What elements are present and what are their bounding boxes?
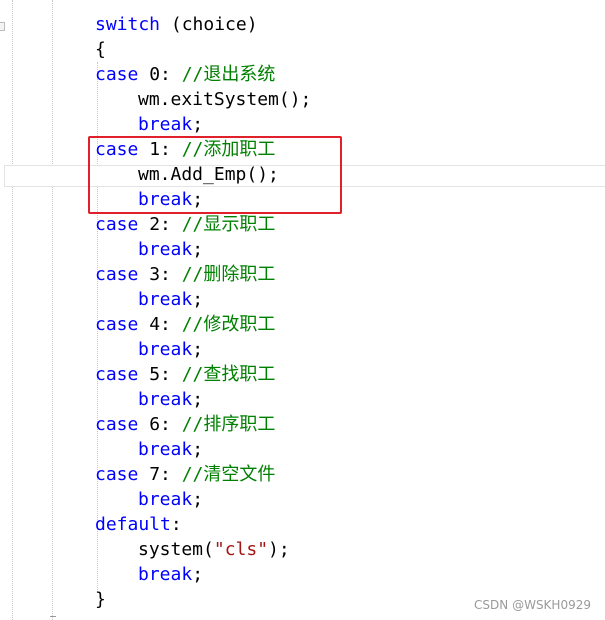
code-line[interactable]: case 0: //退出系统 xyxy=(95,62,275,87)
code-line[interactable]: switch (choice) xyxy=(95,12,258,37)
code-token-text: 2: xyxy=(138,214,182,235)
code-line[interactable]: wm.exitSystem(); xyxy=(138,87,311,112)
code-line[interactable]: case 6: //排序职工 xyxy=(95,412,275,437)
code-token-keyword: default xyxy=(95,514,171,535)
code-token-comment: //排序职工 xyxy=(181,414,276,435)
code-token-text: ; xyxy=(192,489,204,510)
code-token-keyword: break xyxy=(138,339,193,360)
code-token-keyword: break xyxy=(138,114,193,135)
code-line[interactable]: break; xyxy=(138,562,203,587)
code-token-keyword: case xyxy=(95,414,139,435)
code-line[interactable]: system("cls"); xyxy=(138,537,290,562)
code-token-comment: //查找职工 xyxy=(181,364,276,385)
code-token-keyword: case xyxy=(95,314,139,335)
code-token-text: : xyxy=(170,514,182,535)
code-token-comment: //清空文件 xyxy=(181,464,276,485)
code-line[interactable]: break; xyxy=(138,487,203,512)
code-token-text: 4: xyxy=(138,314,182,335)
code-token-text: wm.exitSystem(); xyxy=(138,89,312,110)
code-line[interactable]: case 4: //修改职工 xyxy=(95,312,275,337)
code-line[interactable]: case 3: //删除职工 xyxy=(95,262,275,287)
code-token-comment: //删除职工 xyxy=(181,264,276,285)
gutter-line xyxy=(12,0,13,620)
code-line[interactable]: { xyxy=(95,37,106,62)
code-token-text: ; xyxy=(192,389,204,410)
code-token-text: { xyxy=(95,39,106,60)
code-token-text: } xyxy=(95,589,106,610)
code-token-text: ; xyxy=(192,564,204,585)
code-token-keyword: break xyxy=(138,564,193,585)
code-token-keyword: switch xyxy=(95,14,161,35)
code-line[interactable]: break; xyxy=(138,287,203,312)
code-line[interactable]: break; xyxy=(138,112,203,137)
code-token-text: 7: xyxy=(138,464,182,485)
code-editor[interactable]: switch (choice){case 0: //退出系统 wm.exitSys… xyxy=(0,0,605,620)
code-token-comment: //显示职工 xyxy=(181,214,276,235)
code-token-keyword: case xyxy=(95,214,139,235)
fold-marker-icon[interactable] xyxy=(0,22,5,31)
code-token-comment: //退出系统 xyxy=(181,64,276,85)
code-token-text: 0: xyxy=(138,64,182,85)
code-token-keyword: break xyxy=(138,439,193,460)
code-token-text: 3: xyxy=(138,264,182,285)
code-token-text: 5: xyxy=(138,364,182,385)
code-token-keyword: case xyxy=(95,464,139,485)
code-token-keyword: break xyxy=(138,389,193,410)
code-line[interactable]: default: xyxy=(95,512,182,537)
code-line[interactable]: case 5: //查找职工 xyxy=(95,362,275,387)
fold-end-marker xyxy=(50,616,56,620)
code-line[interactable]: case 2: //显示职工 xyxy=(95,212,275,237)
code-token-text: system( xyxy=(138,539,214,560)
code-token-keyword: case xyxy=(95,64,139,85)
code-token-text: 6: xyxy=(138,414,182,435)
code-token-keyword: break xyxy=(138,239,193,260)
code-line[interactable]: break; xyxy=(138,237,203,262)
code-token-keyword: break xyxy=(138,489,193,510)
code-line[interactable]: } xyxy=(95,587,106,612)
code-token-text: ); xyxy=(268,539,290,560)
code-token-text: ; xyxy=(192,239,204,260)
watermark: CSDN @WSKH0929 xyxy=(474,598,591,612)
code-token-text: ; xyxy=(192,339,204,360)
code-token-comment: //修改职工 xyxy=(181,314,276,335)
code-line[interactable]: break; xyxy=(138,437,203,462)
code-token-keyword: case xyxy=(95,264,139,285)
code-token-text: (choice) xyxy=(160,14,258,35)
code-token-text: ; xyxy=(192,439,204,460)
indent-guide xyxy=(52,0,53,620)
red-annotation-box xyxy=(88,136,342,214)
code-token-text: ; xyxy=(192,114,204,135)
code-token-keyword: case xyxy=(95,364,139,385)
code-token-keyword: break xyxy=(138,289,193,310)
code-line[interactable]: break; xyxy=(138,337,203,362)
code-token-string: "cls" xyxy=(213,539,269,560)
code-line[interactable]: case 7: //清空文件 xyxy=(95,462,275,487)
code-line[interactable]: break; xyxy=(138,387,203,412)
code-token-text: ; xyxy=(192,289,204,310)
